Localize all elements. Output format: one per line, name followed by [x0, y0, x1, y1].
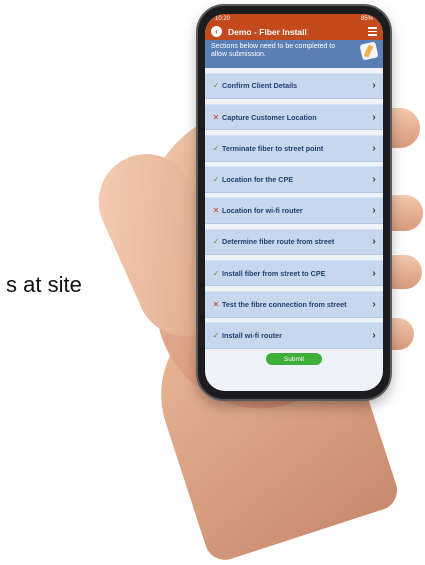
phone: 10:20 85% ‹ Demo - Fiber Install Section… — [198, 6, 390, 399]
cross-icon: ✕ — [212, 206, 220, 216]
chevron-right-icon: › — [372, 329, 376, 341]
chevron-right-icon: › — [372, 80, 376, 92]
chevron-right-icon: › — [372, 298, 376, 310]
list-item-label: Location for the CPE — [222, 174, 294, 184]
list-item[interactable]: ✓ Install fiber from street to CPE › — [205, 259, 383, 287]
status-battery: 85% — [360, 15, 373, 22]
chevron-right-icon: › — [372, 236, 376, 248]
chevron-right-icon: › — [372, 267, 376, 279]
list-item-label: Terminate fiber to street point — [222, 143, 324, 153]
list-item[interactable]: ✕ Location for wi-fi router › — [205, 197, 383, 224]
check-icon: ✓ — [212, 143, 220, 153]
chevron-left-icon: ‹ — [215, 27, 218, 36]
check-icon: ✓ — [212, 268, 220, 278]
chevron-right-icon: › — [372, 111, 376, 123]
list-item-label: Location for wi-fi router — [222, 206, 303, 216]
list-item[interactable]: ✓ Confirm Client Details › — [205, 72, 383, 100]
chevron-right-icon: › — [372, 205, 376, 217]
notice-text: Sections below need to be completed to a… — [211, 43, 336, 59]
list-item[interactable]: ✓ Location for the CPE › — [205, 166, 383, 193]
chevron-right-icon: › — [372, 142, 376, 154]
list-item[interactable]: ✓ Install wi-fi router › — [205, 322, 383, 349]
page-title: Demo - Fiber Install — [228, 26, 307, 37]
status-bar: 10:20 85% — [205, 14, 383, 23]
chevron-right-icon: › — [372, 173, 376, 185]
list-item-label: Capture Customer Location — [222, 112, 317, 122]
list-item-label: Install fiber from street to CPE — [222, 268, 326, 278]
list-item-label: Install wi-fi router — [222, 330, 282, 340]
cross-icon: ✕ — [212, 112, 220, 122]
list-item[interactable]: ✓ Terminate fiber to street point › — [205, 134, 383, 162]
check-icon: ✓ — [212, 330, 220, 340]
check-icon: ✓ — [212, 174, 220, 184]
list-item-label: Determine fiber route from street — [222, 237, 335, 247]
list-item-label: Test the fibre connection from street — [222, 299, 347, 309]
notice-banner: Sections below need to be completed to a… — [205, 40, 383, 68]
check-icon: ✓ — [212, 237, 220, 247]
submit-button[interactable]: Submit — [266, 353, 322, 366]
list-item[interactable]: ✕ Capture Customer Location › — [205, 103, 383, 131]
phone-screen: 10:20 85% ‹ Demo - Fiber Install Section… — [205, 14, 383, 391]
section-list: ✓ Confirm Client Details › ✕ Capture Custome… — [205, 72, 383, 349]
app-header: ‹ Demo - Fiber Install — [205, 23, 383, 40]
hamburger-menu-icon[interactable] — [368, 27, 377, 36]
status-time: 10:20 — [215, 15, 231, 22]
list-item[interactable]: ✓ Determine fiber route from street › — [205, 228, 383, 256]
background-text: s at site — [6, 272, 82, 297]
back-button[interactable]: ‹ — [211, 26, 222, 37]
list-item[interactable]: ✕ Test the fibre connection from street › — [205, 290, 383, 318]
check-icon: ✓ — [212, 81, 220, 91]
cross-icon: ✕ — [212, 299, 220, 309]
list-item-label: Confirm Client Details — [222, 81, 298, 91]
edit-form-icon — [359, 41, 379, 61]
